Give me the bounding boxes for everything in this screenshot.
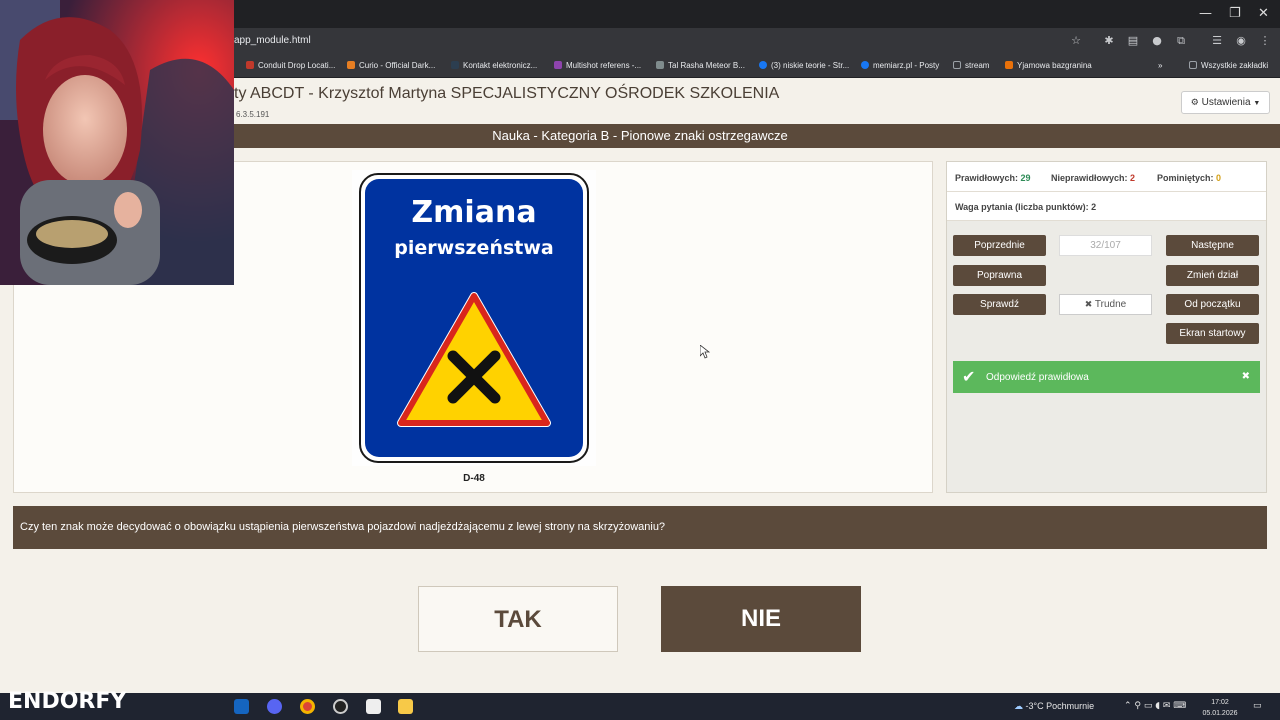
weather-widget[interactable]: ☁ -3°C Pochmurnie xyxy=(1014,701,1094,712)
endorfy-logo: ENDORFY xyxy=(8,689,127,714)
notification-icon[interactable]: ▭ xyxy=(1253,701,1262,711)
discord-icon[interactable] xyxy=(267,699,282,714)
settings-button[interactable]: ⚙ Ustawienia ▼ xyxy=(1181,91,1270,114)
show-correct-button[interactable]: Poprawna xyxy=(953,265,1046,286)
bookmark-item[interactable]: Tal Rasha Meteor B... xyxy=(656,61,745,70)
bookmark-favicon-icon xyxy=(554,61,562,69)
app-taskbar-icon[interactable] xyxy=(366,699,381,714)
extension-icon[interactable]: ● xyxy=(1150,34,1164,48)
webcam-overlay xyxy=(0,0,234,285)
bookmark-favicon-icon xyxy=(347,61,355,69)
profile-avatar-icon[interactable]: ◉ xyxy=(1234,34,1248,48)
puzzle-icon[interactable]: ⧉ xyxy=(1174,34,1188,48)
cloud-icon: ☁ xyxy=(1014,702,1023,712)
question-counter: 32/107 xyxy=(1059,235,1152,256)
minimize-button[interactable]: — xyxy=(1199,6,1212,21)
road-sign-image: Zmiana pierwszeństwa xyxy=(352,170,596,466)
previous-button[interactable]: Poprzednie xyxy=(953,235,1046,256)
sign-line-2: pierwszeństwa xyxy=(394,237,553,259)
system-clock[interactable]: 17:02 05.01.2026 xyxy=(1200,697,1240,719)
success-alert: ✔ Odpowiedź prawidłowa ✖ xyxy=(953,361,1260,393)
star-icon[interactable]: ☆ xyxy=(1069,34,1083,48)
mouse-cursor-icon xyxy=(699,344,711,364)
file-explorer-icon[interactable] xyxy=(398,699,413,714)
facebook-icon xyxy=(861,61,869,69)
bookmark-favicon-icon xyxy=(656,61,664,69)
chrome-icon[interactable] xyxy=(300,699,315,714)
folder-icon xyxy=(953,61,961,69)
answer-yes-button[interactable]: TAK xyxy=(418,586,618,652)
check-button[interactable]: Sprawdź xyxy=(953,294,1046,315)
folder-icon xyxy=(1189,61,1197,69)
question-text: Czy ten znak może decydować o obowiązku … xyxy=(20,521,666,533)
wrong-stat: Nieprawidłowych: 2 xyxy=(1051,173,1136,183)
from-start-button[interactable]: Od początku xyxy=(1166,294,1259,315)
sign-code: D-48 xyxy=(463,473,485,484)
document-icon[interactable]: ▤ xyxy=(1126,34,1140,48)
bookmark-item[interactable]: Curio - Official Dark... xyxy=(347,61,435,70)
bookmark-item[interactable]: Yjamowa bazgranina xyxy=(1005,61,1092,70)
bookmark-item[interactable]: Conduit Drop Locati... xyxy=(246,61,335,70)
question-weight: Waga pytania (liczba punktów): 2 xyxy=(947,192,1266,221)
bookmark-item[interactable]: memiarz.pl - Posty xyxy=(861,61,939,70)
dismiss-alert-icon[interactable]: ✖ xyxy=(1242,371,1250,382)
answer-no-button[interactable]: NIE xyxy=(661,586,861,652)
close-window-button[interactable]: ✕ xyxy=(1258,6,1269,21)
url-text[interactable]: app_module.html xyxy=(234,35,311,46)
app-taskbar-icon[interactable] xyxy=(234,699,249,714)
media-icon[interactable]: ☰ xyxy=(1210,34,1224,48)
more-bookmarks-icon[interactable]: » xyxy=(1158,61,1162,70)
bookmark-favicon-icon xyxy=(246,61,254,69)
bookmark-favicon-icon xyxy=(451,61,459,69)
obs-icon[interactable] xyxy=(333,699,348,714)
caret-down-icon: ▼ xyxy=(1253,100,1261,107)
section-title: Nauka - Kategoria B - Pionowe znaki ostr… xyxy=(492,128,788,143)
tray-icons[interactable]: ⌃ ⚲ ▭ ◖ ✉ ⌨ xyxy=(1124,701,1186,711)
app-version: 6.3.5.191 xyxy=(236,110,270,119)
question-bar: Czy ten znak może decydować o obowiązku … xyxy=(13,506,1267,549)
all-bookmarks-folder[interactable]: Wszystkie zakładki xyxy=(1189,61,1268,70)
checkmark-icon: ✔ xyxy=(962,367,976,386)
skipped-stat: Pominiętych: 0 xyxy=(1157,173,1222,183)
bookmark-folder[interactable]: stream xyxy=(953,61,989,70)
sign-line-1: Zmiana xyxy=(411,195,536,230)
menu-icon[interactable]: ⋮ xyxy=(1258,34,1272,48)
start-screen-button[interactable]: Ekran startowy xyxy=(1166,323,1259,344)
bookmark-item[interactable]: (3) niskie teorie - Str... xyxy=(759,61,849,70)
settings-label: Ustawienia xyxy=(1201,97,1251,108)
facebook-icon xyxy=(759,61,767,69)
bookmark-item[interactable]: Multishot referens -... xyxy=(554,61,641,70)
page-title: ty ABCDT - Krzysztof Martyna SPECJALISTY… xyxy=(234,85,780,102)
next-button[interactable]: Następne xyxy=(1166,235,1259,256)
bookmark-item[interactable]: Kontakt elektronicz... xyxy=(451,61,537,70)
gear-icon: ⚙ xyxy=(1190,98,1199,108)
restore-button[interactable]: ❐ xyxy=(1229,6,1241,21)
success-message: Odpowiedź prawidłowa xyxy=(986,372,1089,383)
stats-row: Prawidłowych: 29 Nieprawidłowych: 2 Pomi… xyxy=(947,162,1266,192)
extension-icon[interactable]: ✱ xyxy=(1102,34,1116,48)
correct-stat: Prawidłowych: 29 xyxy=(955,173,1031,183)
mark-difficult-button[interactable]: ✖ Trudne xyxy=(1059,294,1152,315)
change-section-button[interactable]: Zmień dział xyxy=(1166,265,1259,286)
close-icon: ✖ xyxy=(1084,300,1093,310)
bookmark-favicon-icon xyxy=(1005,61,1013,69)
